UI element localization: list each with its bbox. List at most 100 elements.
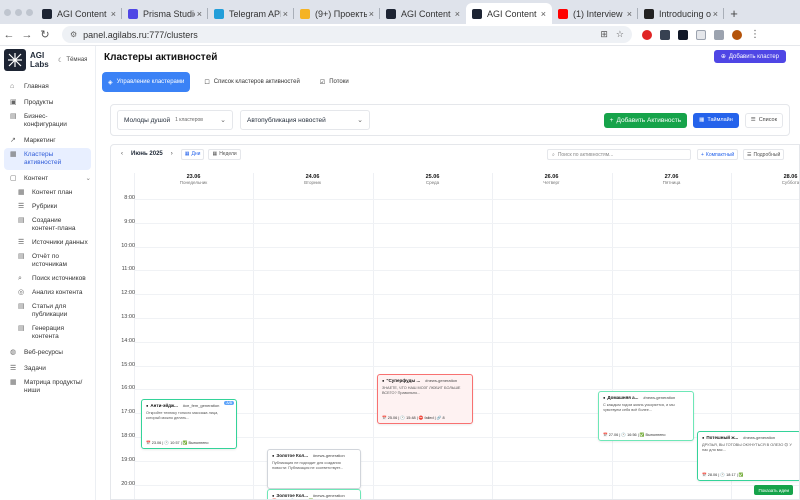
- tab-title: (9+) Проекты: [315, 8, 367, 19]
- browser-tab[interactable]: (1) Interview w×: [552, 3, 638, 24]
- close-tab-icon[interactable]: ×: [455, 9, 460, 19]
- theme-toggle[interactable]: ☾ Тёмная: [58, 57, 87, 64]
- close-tab-icon[interactable]: ×: [111, 9, 116, 19]
- tab-cluster-list[interactable]: ☐ Список кластеров активностей: [198, 72, 305, 92]
- sidebar-item-search[interactable]: ⌕ Поиск источников: [0, 272, 95, 286]
- trend-icon: ↗: [10, 137, 16, 144]
- extension-icon[interactable]: [660, 29, 670, 40]
- view-list-button[interactable]: ☰ Список: [744, 112, 783, 128]
- article-icon: ▤: [18, 303, 25, 310]
- translate-icon[interactable]: ⊞: [600, 29, 608, 40]
- close-tab-icon[interactable]: ×: [283, 9, 288, 19]
- url-text: panel.agilabs.ru:777/clusters: [83, 29, 198, 40]
- sidebar-item-content[interactable]: ▢ Контент ⌄: [0, 172, 95, 186]
- sidebar-item-globe[interactable]: ◍ Веб-ресурсы: [0, 346, 95, 360]
- activity-card[interactable]: ●Золотое Кол...#news-generation📅 24.06 |…: [267, 489, 361, 499]
- next-month-icon[interactable]: ›: [167, 151, 177, 157]
- sidebar-item-document[interactable]: ▤ Бизнес-конфигурации: [0, 110, 95, 132]
- profile-avatar[interactable]: [732, 29, 742, 40]
- sidebar-item-list[interactable]: ☰ Рубрики: [0, 200, 95, 214]
- tab-manage-clusters[interactable]: ◈ Управление кластерами: [102, 72, 191, 92]
- sidebar-item-label: Кластеры активностей: [24, 151, 62, 166]
- back-icon[interactable]: ←: [0, 29, 18, 41]
- stream-select-value: Автопубликация новостей: [247, 116, 326, 124]
- close-tab-icon[interactable]: ×: [541, 9, 546, 19]
- view-timeline-button[interactable]: ▦ Таймлайн: [693, 112, 739, 128]
- sidebar-item-home[interactable]: ⌂ Главная: [0, 80, 95, 94]
- reload-icon[interactable]: ↻: [36, 28, 54, 41]
- activity-search-input[interactable]: ⌕ Поиск по активностям...: [547, 149, 691, 160]
- chevron-down-icon: ⌄: [220, 117, 226, 124]
- sidebar-item-generate[interactable]: ▤ Генерация контента: [0, 322, 95, 344]
- close-tab-icon[interactable]: ×: [627, 9, 632, 19]
- sidebar-item-list[interactable]: ☰ Источники данных: [0, 236, 95, 250]
- logo-icon[interactable]: [4, 49, 26, 71]
- cluster-select[interactable]: Молоды душой 1 кластеров ⌄: [117, 110, 233, 130]
- stream-select[interactable]: Автопубликация новостей ⌄: [240, 110, 370, 130]
- close-tab-icon[interactable]: ×: [369, 9, 374, 19]
- browser-tab[interactable]: AGI Content Bu×: [466, 3, 552, 24]
- sidebar-item-document[interactable]: ▤ Создание контент-плана: [0, 214, 95, 236]
- window-controls[interactable]: [0, 0, 36, 24]
- compact-view-button[interactable]: + Компактный: [697, 149, 739, 160]
- browser-tab[interactable]: Prisma Studio ×: [122, 3, 208, 24]
- browser-tab[interactable]: (9+) Проекты ×: [294, 3, 380, 24]
- hour-line: [134, 365, 799, 367]
- sidebar-item-analysis[interactable]: ◎ Анализ контента: [0, 286, 95, 300]
- detailed-label: Подробный: [753, 151, 781, 158]
- card-body: Откройте технику тонкого массажа лица, к…: [146, 411, 219, 420]
- browser-tab[interactable]: Telegram API a×: [208, 3, 294, 24]
- hour-line: [134, 294, 799, 296]
- prev-month-icon[interactable]: ‹: [117, 151, 127, 157]
- url-field[interactable]: ⚙ panel.agilabs.ru:777/clusters ⊞ ☆: [62, 26, 632, 43]
- extension-icon[interactable]: [678, 29, 688, 40]
- sidebar-item-tasks[interactable]: ☰ Задачи: [0, 362, 95, 376]
- activity-card[interactable]: ● Анти-эйдж... #сп_fem_generation Откройте …: [141, 399, 237, 449]
- sidebar-item-report[interactable]: ▤ Отчёт по источникам: [0, 250, 95, 272]
- sidebar-item-trend[interactable]: ↗ Маркетинг: [0, 134, 95, 148]
- new-tab-button[interactable]: +: [724, 3, 744, 24]
- show-ideas-button[interactable]: Показать идеи: [754, 485, 793, 495]
- calendar-grid: 23.06 Понедельник 24.06 Вторник 25.06 Среда 26…: [111, 173, 799, 499]
- extensions-area: ⋮: [642, 29, 760, 40]
- activity-card[interactable]: ● Домашняя а... #news-generation С каждым г…: [598, 391, 694, 441]
- extensions-puzzle-icon[interactable]: [696, 29, 706, 40]
- sidebar-item-label: Создание контент-плана: [32, 217, 76, 232]
- day-view-button[interactable]: ▦ Дни: [180, 148, 205, 160]
- close-tab-icon[interactable]: ×: [713, 9, 718, 19]
- menu-kebab-icon[interactable]: ⋮: [750, 29, 760, 40]
- sidebar-panel-icon[interactable]: [714, 29, 724, 40]
- sidebar-item-matrix[interactable]: ▦ Матрица продукты/ниши: [0, 376, 95, 398]
- tab-favicon-icon: [472, 8, 482, 19]
- bullet-icon: ●: [603, 395, 606, 400]
- browser-tab[interactable]: AGI Content Bu×: [36, 3, 122, 24]
- activity-card[interactable]: ● Потешный ж... #news-generation ДРУЗЬЯ, ВЫ…: [697, 431, 799, 481]
- sidebar-item-box[interactable]: ▣ Продукты: [0, 96, 95, 110]
- tab-streams[interactable]: ☑ Потоки: [314, 72, 355, 92]
- page-tabs: ◈ Управление кластерами ☐ Список кластеров…: [102, 72, 355, 92]
- show-ideas-label: Показать идеи: [758, 487, 789, 493]
- tasks-icon: ☰: [10, 365, 17, 372]
- add-activity-button[interactable]: + Добавить Активность: [603, 112, 688, 128]
- day-weekday: Понедельник: [179, 180, 208, 185]
- forward-icon[interactable]: →: [18, 29, 36, 41]
- site-info-icon[interactable]: ⚙: [70, 30, 77, 39]
- sidebar-item-calendar[interactable]: ▦ Контент план: [0, 186, 95, 200]
- browser-tab[interactable]: AGI Content Bu×: [380, 3, 466, 24]
- detailed-view-button[interactable]: ☰ Подробный: [743, 149, 785, 160]
- card-tag: #news-generation: [425, 378, 458, 383]
- list-icon: ☐: [204, 79, 210, 86]
- browser-tab[interactable]: Introducing ou ×: [638, 3, 724, 24]
- sidebar-item-calendar[interactable]: ▦ Кластеры активностей: [4, 148, 91, 170]
- logo-row: AGI Labs ☾ Тёмная: [0, 46, 95, 74]
- day-header: 26.06 Четверг: [492, 174, 611, 185]
- close-tab-icon[interactable]: ×: [197, 9, 202, 19]
- opera-extension-icon[interactable]: [642, 29, 652, 40]
- activity-card[interactable]: ● "Суперфуды ... #news-generation ЗНАЕТЕ, Ч…: [377, 374, 473, 424]
- activity-card[interactable]: ● Золотое Кол... #news-generation Публикаци…: [267, 449, 361, 489]
- week-view-button[interactable]: ▦ Недели: [208, 148, 241, 160]
- sidebar-item-article[interactable]: ▤ Статьи для публикации: [0, 300, 95, 322]
- bookmark-star-icon[interactable]: ☆: [616, 29, 624, 40]
- add-cluster-button[interactable]: ⊕ Добавить кластер: [713, 50, 786, 63]
- tab-title: AGI Content Bu: [487, 8, 539, 19]
